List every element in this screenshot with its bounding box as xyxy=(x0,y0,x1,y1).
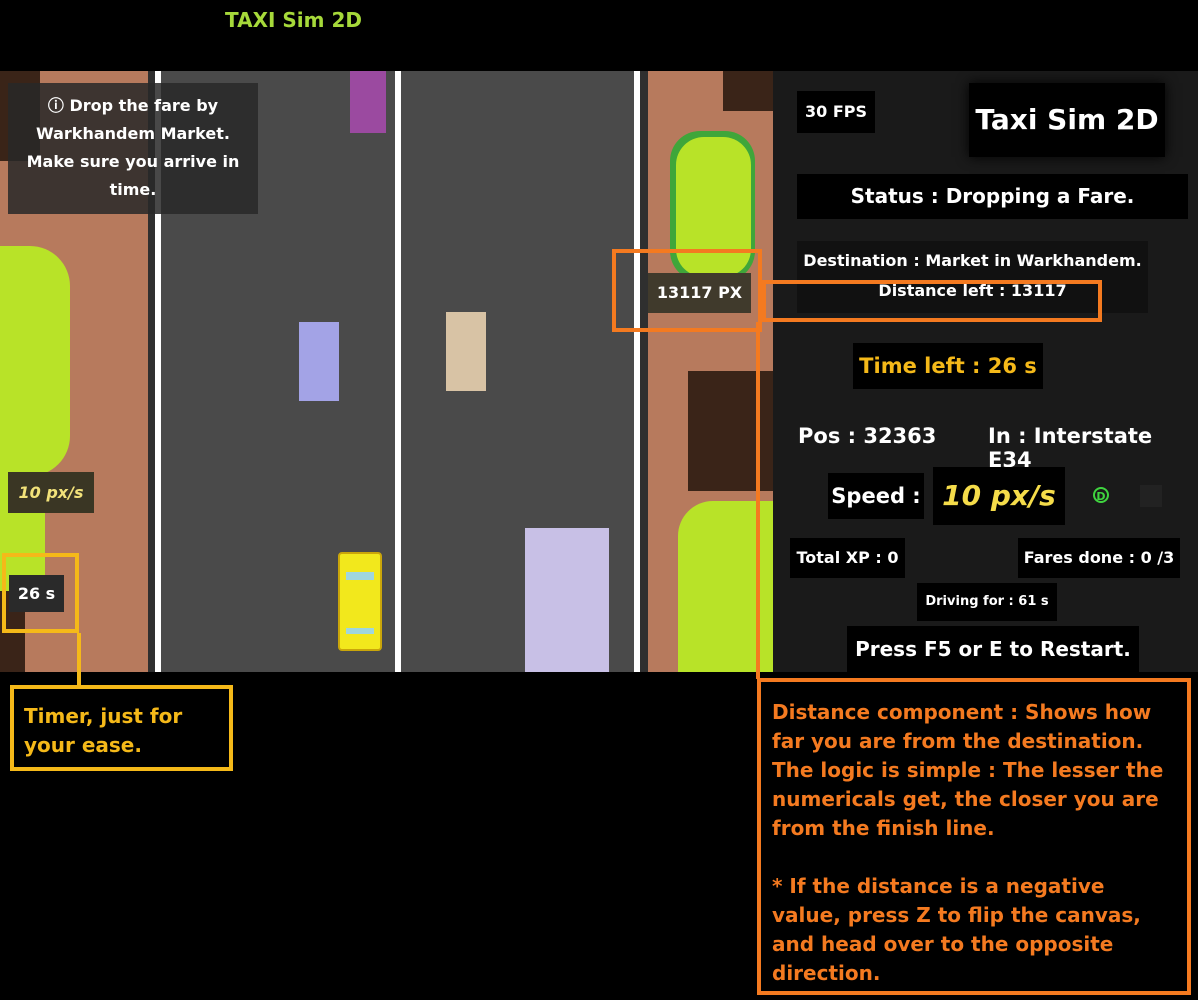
lane-line-center xyxy=(395,71,401,672)
traffic-car xyxy=(446,312,486,391)
speed-value: 10 px/s xyxy=(933,467,1065,525)
timer-annotation: Timer, just for your ease. xyxy=(10,685,233,771)
distance-left-highlight xyxy=(762,280,1102,322)
distance-annotation-text: Distance component : Shows how far you a… xyxy=(772,700,1164,840)
destination-text: Destination : Market in Warkhandem. xyxy=(803,251,1142,270)
fps-counter: 30 FPS xyxy=(797,91,875,133)
position-text: Pos : 32363 xyxy=(798,424,937,448)
traffic-car xyxy=(299,322,339,401)
objective-hint: ⓘ Drop the fare by Warkhandem Market. Ma… xyxy=(8,83,258,214)
gear-indicator-icon xyxy=(1140,485,1162,507)
restart-button[interactable]: Press F5 or E to Restart. xyxy=(847,626,1139,672)
road-name: In : Interstate E34 xyxy=(988,424,1153,472)
game-canvas[interactable]: ⓘ Drop the fare by Warkhandem Market. Ma… xyxy=(0,71,773,672)
right-roadside xyxy=(648,71,773,672)
fares-done: Fares done : 0 /3 xyxy=(1018,538,1180,578)
timer-highlight xyxy=(2,553,79,633)
connector-line xyxy=(756,322,760,679)
right-curb xyxy=(640,71,648,672)
panel-title: Taxi Sim 2D xyxy=(969,83,1165,157)
taxi-windshield xyxy=(346,572,374,580)
timer-connector xyxy=(77,633,81,688)
traffic-car xyxy=(350,71,386,133)
distance-annotation: Distance component : Shows how far you a… xyxy=(757,678,1191,995)
player-taxi[interactable] xyxy=(338,552,382,651)
speed-badge: 10 px/s xyxy=(8,472,94,513)
time-left: Time left : 26 s xyxy=(853,343,1043,389)
speed-label: Speed : xyxy=(828,473,924,519)
total-xp: Total XP : 0 xyxy=(790,538,905,578)
side-panel: 30 FPS Taxi Sim 2D Status : Dropping a F… xyxy=(773,71,1198,672)
gear-drive-icon: D xyxy=(1093,487,1109,503)
traffic-truck xyxy=(525,528,609,672)
status-text: Status : Dropping a Fare. xyxy=(797,174,1188,219)
roadside-shadow xyxy=(723,71,773,111)
distance-badge-highlight xyxy=(612,249,762,332)
app-title: TAXI Sim 2D xyxy=(225,8,362,32)
roadside-shadow xyxy=(688,371,773,491)
driving-time: Driving for : 61 s xyxy=(917,583,1057,621)
taxi-rear-window xyxy=(346,628,374,634)
distance-annotation-note: * If the distance is a negative value, p… xyxy=(772,874,1141,985)
